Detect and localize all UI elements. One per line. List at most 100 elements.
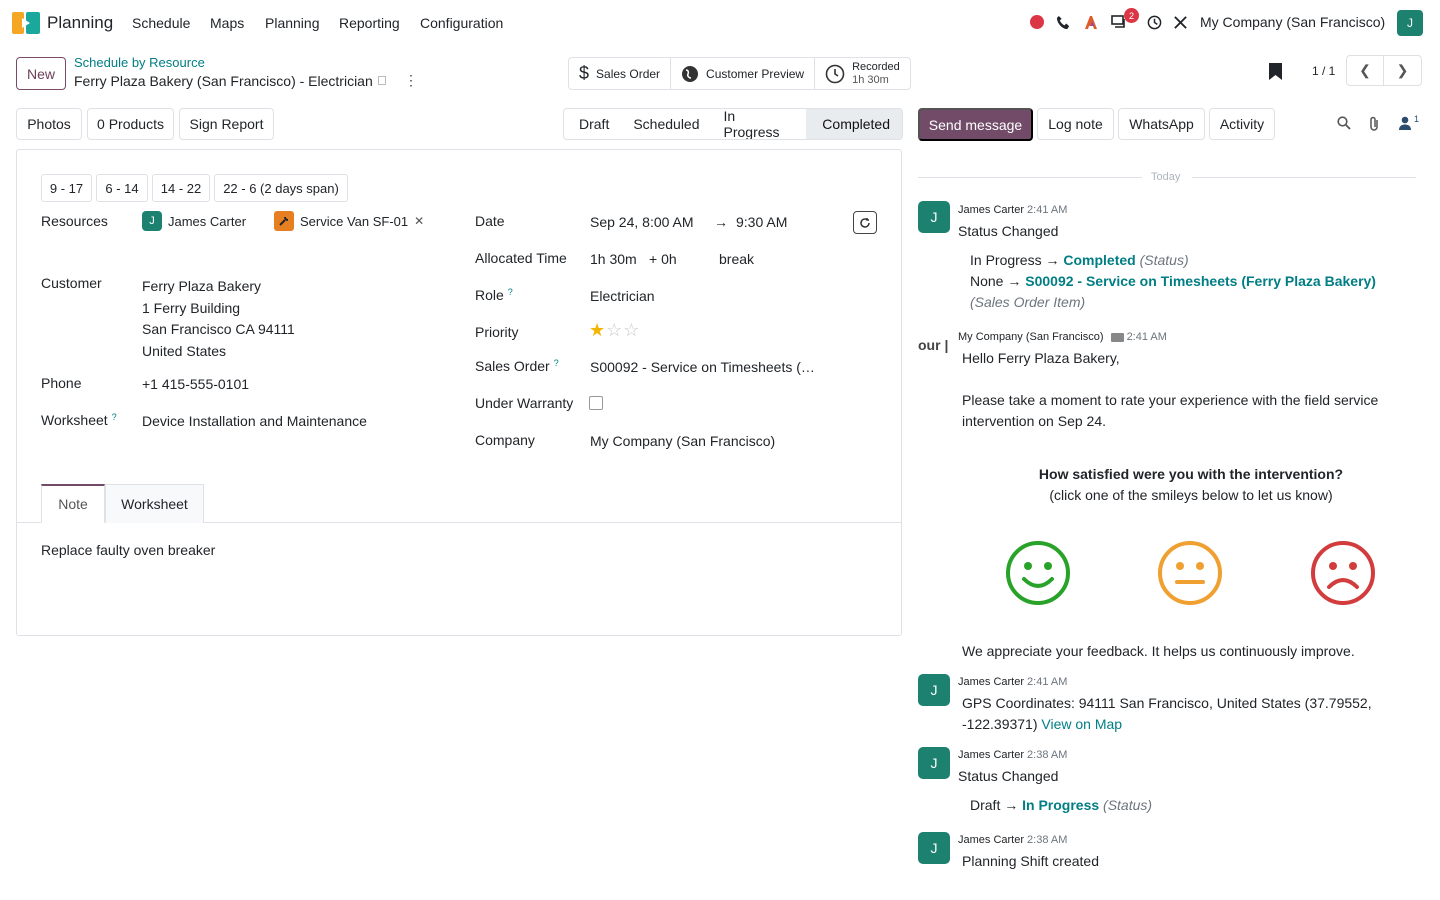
followers-icon[interactable] (1398, 116, 1412, 134)
note-content[interactable]: Replace faulty oven breaker (41, 542, 215, 558)
pager-value[interactable]: 1 / 1 (1312, 64, 1335, 78)
menu-schedule[interactable]: Schedule (132, 15, 190, 31)
ai-icon[interactable] (1083, 14, 1100, 34)
rating-question: How satisfied were you with the interven… (1038, 466, 1344, 482)
sales-order-field[interactable]: S00092 - Service on Timesheets (… (590, 359, 815, 375)
breadcrumb-link[interactable]: Schedule by Resource (74, 55, 205, 70)
email-greeting: Hello Ferry Plaza Bakery, (962, 350, 1120, 366)
resource-tag-james-carter[interactable]: J James Carter (142, 211, 246, 231)
app-name[interactable]: Planning (47, 13, 113, 33)
photos-button[interactable]: Photos (16, 108, 82, 140)
message-avatar[interactable]: J (918, 832, 950, 864)
rating-hint: (click one of the smileys below to let u… (1049, 487, 1333, 503)
message-avatar[interactable]: J (918, 747, 950, 779)
message-avatar[interactable]: J (918, 674, 950, 706)
stage-in-progress[interactable]: In Progress (712, 109, 807, 139)
recorded-stat-button[interactable]: Recorded 1h 30m (815, 58, 910, 89)
refresh-icon[interactable] (853, 211, 877, 234)
role-field[interactable]: Electrician (590, 288, 655, 304)
customer-preview-stat-button[interactable]: Customer Preview (671, 58, 816, 89)
company-switcher[interactable]: My Company (San Francisco) (1200, 14, 1385, 30)
search-icon[interactable] (1337, 116, 1351, 133)
message-avatar[interactable]: J (918, 201, 950, 233)
shift-template-button[interactable]: 6 - 14 (96, 174, 148, 202)
stage-completed[interactable]: Completed (806, 109, 902, 139)
bookmark-icon[interactable] (1269, 63, 1282, 83)
menu-maps[interactable]: Maps (210, 15, 244, 31)
record-icon[interactable] (1030, 15, 1044, 32)
worksheet-label: Worksheet? (41, 412, 117, 428)
help-icon[interactable]: ? (554, 358, 559, 368)
priority-star-icon[interactable]: ☆ (606, 321, 622, 339)
whatsapp-button[interactable]: WhatsApp (1118, 108, 1205, 140)
smiley-neutral-icon[interactable] (1157, 540, 1223, 606)
arrow-right-icon: → (714, 214, 728, 230)
break-field[interactable]: break (719, 251, 754, 267)
date-end-field[interactable]: 9:30 AM (736, 214, 787, 230)
message-body: -122.39371) View on Map (962, 716, 1123, 732)
menu-reporting[interactable]: Reporting (339, 15, 400, 31)
sales-order-stat-button[interactable]: $ Sales Order (569, 58, 672, 89)
priority-stars[interactable]: ★ ☆ ☆ (589, 321, 639, 339)
kebab-menu-icon[interactable]: ⋮ (404, 72, 418, 89)
worksheet-value[interactable]: Device Installation and Maintenance (142, 413, 367, 429)
shift-template-button[interactable]: 22 - 6 (2 days span) (214, 174, 348, 202)
tools-icon[interactable] (1173, 15, 1188, 33)
paperclip-icon[interactable] (1368, 116, 1380, 135)
messages-badge: 2 (1124, 8, 1139, 23)
help-icon[interactable]: ? (508, 287, 513, 297)
menu-planning[interactable]: Planning (265, 15, 320, 31)
priority-star-icon[interactable]: ☆ (623, 321, 639, 339)
activity-button[interactable]: Activity (1209, 108, 1275, 140)
pager-previous-button[interactable]: ❮ (1346, 55, 1384, 86)
tab-worksheet[interactable]: Worksheet (105, 484, 204, 523)
date-start-field[interactable]: Sep 24, 8:00 AM (590, 214, 694, 230)
dollar-icon: $ (579, 63, 590, 83)
resource-avatar: J (142, 211, 162, 231)
shift-template-button[interactable]: 14 - 22 (152, 174, 210, 202)
remove-tag-icon[interactable]: ✕ (414, 214, 424, 228)
warranty-checkbox[interactable] (589, 396, 603, 410)
stage-statusbar: Draft Scheduled In Progress Completed (563, 108, 903, 140)
resource-tag-service-van[interactable]: Service Van SF-01 ✕ (274, 211, 424, 231)
view-on-map-link[interactable]: View on Map (1041, 716, 1122, 732)
company-field[interactable]: My Company (San Francisco) (590, 433, 775, 449)
clock-icon (825, 64, 845, 83)
pager-next-button[interactable]: ❯ (1384, 55, 1422, 86)
smiley-happy-icon[interactable] (1005, 540, 1071, 606)
allocated-extra-field[interactable]: + 0h (649, 251, 677, 267)
allocated-time-field[interactable]: 1h 30m (590, 251, 637, 267)
message-body: Status Changed (958, 768, 1059, 784)
sign-report-button[interactable]: Sign Report (179, 108, 274, 140)
message-author: James Carter 2:41 AM (958, 676, 1068, 688)
smiley-sad-icon[interactable] (1310, 540, 1376, 606)
help-icon[interactable]: ? (112, 412, 117, 422)
sales-order-label: Sales Order? (475, 358, 559, 374)
save-status-icon[interactable] (378, 76, 386, 85)
followers-count: 1 (1414, 114, 1420, 124)
chevron-right-icon: ❯ (1396, 62, 1409, 78)
shift-template-button[interactable]: 9 - 17 (41, 174, 92, 202)
email-text: Please take a moment to rate your experi… (962, 392, 1379, 408)
priority-label: Priority (475, 324, 519, 340)
products-button[interactable]: 0 Products (87, 108, 174, 140)
email-text: intervention on Sep 24. (962, 413, 1106, 429)
clock-icon[interactable] (1147, 15, 1162, 33)
new-button[interactable]: New (16, 57, 66, 90)
date-divider-right (1192, 177, 1416, 178)
customer-address[interactable]: Ferry Plaza Bakery 1 Ferry Building San … (142, 276, 295, 362)
date-divider-left (918, 177, 1142, 178)
planning-app-icon[interactable] (12, 12, 40, 34)
menu-configuration[interactable]: Configuration (420, 15, 503, 31)
tracking-value: None → S00092 - Service on Timesheets (F… (970, 273, 1376, 289)
email-thanks: We appreciate your feedback. It helps us… (962, 643, 1355, 659)
priority-star-icon[interactable]: ★ (589, 321, 605, 339)
stage-scheduled[interactable]: Scheduled (621, 109, 711, 139)
log-note-button[interactable]: Log note (1037, 108, 1114, 140)
send-message-button[interactable]: Send message (918, 108, 1033, 141)
phone-icon[interactable] (1056, 15, 1071, 33)
user-avatar[interactable]: J (1397, 10, 1423, 36)
phone-value[interactable]: +1 415-555-0101 (142, 376, 249, 392)
stage-draft[interactable]: Draft (564, 109, 621, 139)
tab-note[interactable]: Note (41, 484, 105, 523)
